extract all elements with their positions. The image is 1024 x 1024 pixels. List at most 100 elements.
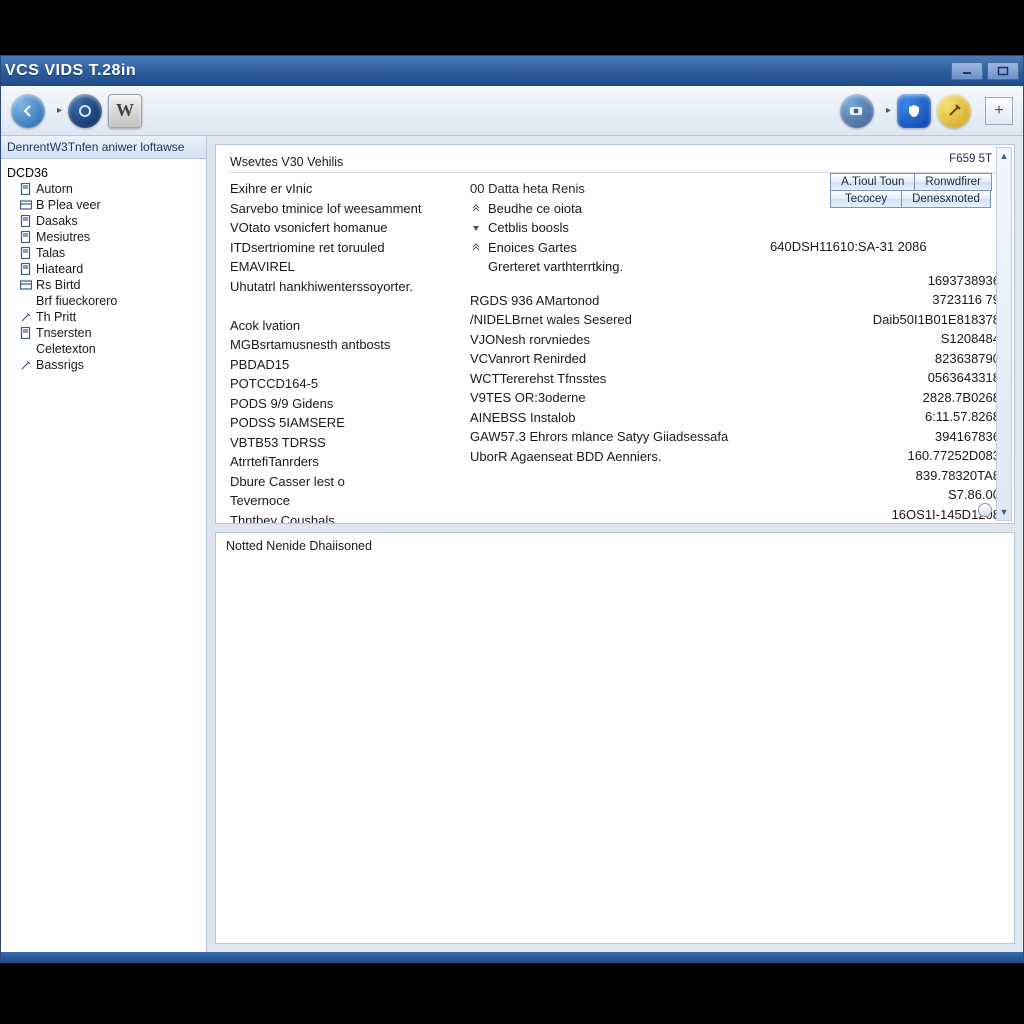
sidebar-item-label: Talas (36, 246, 65, 260)
info-panel: ▲ ▼ Wsevtes V30 Vehilis F659 5T A.Tioul … (215, 144, 1015, 524)
sidebar-item-0[interactable]: Autorn (5, 181, 202, 197)
app-window: VCS VIDS T.28in ▸ W ▸ + DenrentW3Tnfen a… (0, 55, 1024, 963)
doc-icon (19, 263, 32, 276)
minimize-button[interactable] (951, 62, 983, 80)
sidebar-header: DenrentW3Tnfen aniwer loftawse (1, 136, 206, 159)
sidebar: DenrentW3Tnfen aniwer loftawse DCD36 Aut… (1, 136, 207, 952)
toolbar-separator: ▸ (57, 105, 62, 116)
tool-yellow-icon[interactable] (937, 94, 971, 128)
main-body: DenrentW3Tnfen aniwer loftawse DCD36 Aut… (1, 136, 1023, 952)
left-row-5: Uhutatrl hankhiwenterssoyorter. (230, 277, 460, 297)
right-value-5: 0563643318 (770, 368, 1000, 388)
right-column: 640DSH11610:SA-31 2086 16937389363723116… (770, 179, 1000, 524)
toolbar-separator-2: ▸ (886, 105, 891, 116)
right-value-6: 2828.7B0268 (770, 388, 1000, 408)
nav-back-icon[interactable] (11, 94, 45, 128)
doc-icon (19, 327, 32, 340)
left-row-8: MGBsrtamusnesth antbosts (230, 335, 460, 355)
title-bar: VCS VIDS T.28in (1, 56, 1023, 86)
panel-option-button[interactable] (978, 503, 992, 517)
scrollbar[interactable]: ▲ ▼ (996, 147, 1012, 521)
doc-icon (19, 183, 32, 196)
none-icon (470, 261, 482, 273)
nav-forward-icon[interactable] (68, 94, 102, 128)
left-row-4: EMAVIREL (230, 257, 460, 277)
mid-lower-6: AINEBSS Instalob (470, 408, 760, 428)
sidebar-item-3[interactable]: Mesiutres (5, 229, 202, 245)
sidebar-item-6[interactable]: Rs Birtd (5, 277, 202, 293)
sidebar-item-4[interactable]: Talas (5, 245, 202, 261)
btn-c[interactable]: Tecocey (830, 191, 902, 208)
sidebar-item-11[interactable]: Bassrigs (5, 357, 202, 373)
right-value-12: 16OS1I-145D1208 (770, 505, 1000, 525)
window-title: VCS VIDS T.28in (5, 62, 136, 80)
sidebar-item-8[interactable]: Th Pritt (5, 309, 202, 325)
right-value-8: 394167836 (770, 427, 1000, 447)
left-row-1: Sarvebo tminice lof weesamment (230, 199, 460, 219)
panel-title: Wsevtes V30 Vehilis (230, 155, 1000, 173)
mid-item-1: Cetblis boosls (470, 218, 760, 238)
sidebar-item-label: Autorn (36, 182, 73, 196)
left-row-7: Acok lvation (230, 316, 460, 336)
scroll-up-icon[interactable]: ▲ (997, 148, 1011, 164)
camera-icon[interactable] (840, 94, 874, 128)
left-row-3: ITDsertriomine ret toruuled (230, 238, 460, 258)
sidebar-item-2[interactable]: Dasaks (5, 213, 202, 229)
box-icon (19, 279, 32, 292)
shield-icon[interactable] (897, 94, 931, 128)
none-icon (19, 295, 32, 308)
right-value-0: 1693738936 (770, 271, 1000, 291)
left-row-11: PODS 9/9 Gidens (230, 394, 460, 414)
info-pill: F659 5T (949, 153, 992, 165)
chev-icon (470, 241, 482, 253)
sidebar-item-7[interactable]: Brf fiueckorero (5, 293, 202, 309)
button-group: A.Tioul Toun Ronwdfirer Tecocey Denesxno… (830, 173, 992, 208)
mid-lower-2: VJONesh rorvniedes (470, 330, 760, 350)
sidebar-item-1[interactable]: B Plea veer (5, 197, 202, 213)
sidebar-item-9[interactable]: Tnsersten (5, 325, 202, 341)
doc-icon (19, 231, 32, 244)
btn-a[interactable]: A.Tioul Toun (830, 173, 915, 191)
left-row-2: VOtato vsonicfert homanue (230, 218, 460, 238)
sidebar-item-label: Celetexton (36, 342, 96, 356)
mid-item-3: Grerteret varthterrtking. (470, 257, 760, 277)
right-value-10: 839.78320TA8 (770, 466, 1000, 486)
right-value-7: 6:11.57.8268 (770, 407, 1000, 427)
left-row-17: Thntbey Coushals (230, 511, 460, 525)
sidebar-item-label: Tnsersten (36, 326, 92, 340)
sidebar-item-label: Brf fiueckorero (36, 294, 117, 308)
right-value-4: 823638790 (770, 349, 1000, 369)
sidebar-item-label: Dasaks (36, 214, 78, 228)
tree-root[interactable]: DCD36 (5, 165, 202, 181)
tool-icon (19, 311, 32, 324)
right-value-2: Daib50I1B01E818378 (770, 310, 1000, 330)
brand-w-icon[interactable]: W (108, 94, 142, 128)
box-icon (19, 199, 32, 212)
left-row-16: Tevernoce (230, 491, 460, 511)
left-row-15: Dbure Casser lest o (230, 472, 460, 492)
scroll-down-icon[interactable]: ▼ (997, 504, 1011, 520)
mid-lower-7: GAW57.3 Ehrors mlance Satyy Giiadsessafa (470, 427, 760, 447)
toolbar: ▸ W ▸ + (1, 86, 1023, 136)
add-button[interactable]: + (985, 97, 1013, 125)
left-row-0: Exihre er vInic (230, 179, 460, 199)
mid-column: 00 Datta heta Renis Beudhe ce oiotaCetbl… (470, 179, 760, 524)
sidebar-item-10[interactable]: Celetexton (5, 341, 202, 357)
left-row-9: PBDAD15 (230, 355, 460, 375)
sidebar-tree: DCD36 AutornB Plea veerDasaksMesiutresTa… (1, 159, 206, 379)
mid-lower-0: RGDS 936 AMartonod (470, 291, 760, 311)
mid-lower-5: V9TES OR:3oderne (470, 388, 760, 408)
right-header: 640DSH11610:SA-31 2086 (770, 237, 1000, 257)
maximize-button[interactable] (987, 62, 1019, 80)
sidebar-item-label: Hiateard (36, 262, 83, 276)
caret-icon (470, 222, 482, 234)
log-title: Notted Nenide Dhaiisoned (226, 539, 1004, 553)
btn-d[interactable]: Denesxnoted (902, 191, 991, 208)
right-value-9: 160.77252D083 (770, 446, 1000, 466)
sidebar-item-5[interactable]: Hiateard (5, 261, 202, 277)
content-area: ▲ ▼ Wsevtes V30 Vehilis F659 5T A.Tioul … (207, 136, 1023, 952)
status-bar (1, 952, 1023, 962)
left-row-12: PODSS 5IAMSERE (230, 413, 460, 433)
mid-item-0: Beudhe ce oiota (470, 199, 760, 219)
btn-b[interactable]: Ronwdfirer (915, 173, 992, 191)
